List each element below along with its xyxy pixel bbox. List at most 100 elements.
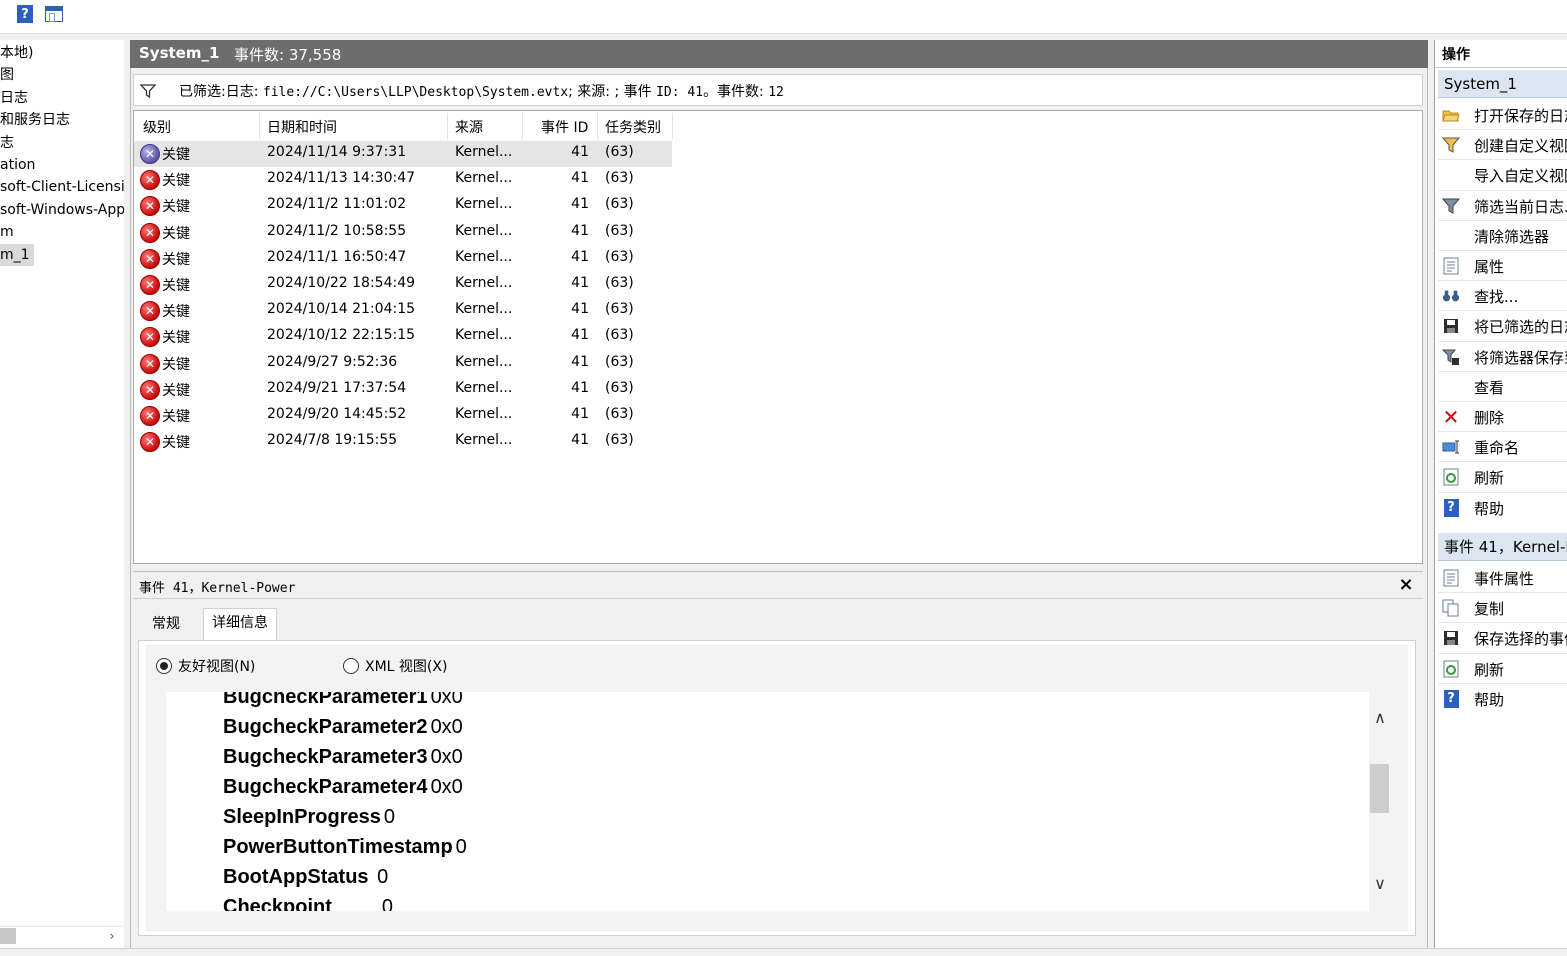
actions-section-log[interactable]: System_1 xyxy=(1438,70,1567,98)
action-separator xyxy=(1438,340,1567,342)
table-row[interactable]: ✕ 关键 2024/11/13 14:30:47 Kernel... 41 (63) xyxy=(134,167,672,193)
log-header: System_1 事件数: 37,558 xyxy=(130,40,1428,68)
tree-item[interactable]: soft-Windows-App xyxy=(0,199,124,221)
action-item[interactable]: ✕ 删除 xyxy=(1438,402,1567,432)
save-icon xyxy=(1442,317,1460,335)
navigation-tree: 本地) 图日志 和服务日志志 ation soft-Client-Licensi soft… xyxy=(0,40,124,948)
tree-item[interactable]: m xyxy=(0,221,14,243)
column-separator[interactable] xyxy=(597,113,598,139)
cell-datetime: 2024/11/2 11:01:02 xyxy=(267,196,407,213)
action-label: 保存选择的事件... xyxy=(1474,630,1567,649)
refresh-icon xyxy=(1442,660,1460,678)
column-header[interactable]: 级别 xyxy=(143,117,171,137)
cell-task: (63) xyxy=(605,248,634,265)
action-item[interactable]: 将筛选器保存到自定义视图... xyxy=(1438,342,1567,372)
xml-view-radio[interactable]: XML 视图(X) xyxy=(343,657,447,675)
table-row[interactable]: ✕ 关键 2024/9/21 17:37:54 Kernel... 41 (63) xyxy=(134,377,672,403)
table-row[interactable]: ✕ 关键 2024/9/27 9:52:36 Kernel... 41 (63) xyxy=(134,351,672,377)
action-item[interactable]: 属性 xyxy=(1438,251,1567,281)
error-icon: ✕ xyxy=(140,432,160,453)
tree-item[interactable]: 图 xyxy=(0,64,14,86)
action-item[interactable]: ? 帮助 xyxy=(1438,684,1567,714)
action-item[interactable]: 清除筛选器 xyxy=(1438,221,1567,251)
cell-task: (63) xyxy=(605,353,634,370)
cell-datetime: 2024/9/21 17:37:54 xyxy=(267,379,407,396)
action-item[interactable]: 重命名 xyxy=(1438,432,1567,462)
scroll-right-arrow[interactable]: › xyxy=(104,926,120,946)
tree-item[interactable]: ation xyxy=(0,154,35,176)
status-bar xyxy=(0,948,1567,956)
table-row[interactable]: ✕ 关键 2024/10/22 18:54:49 Kernel... 41 (63) xyxy=(134,272,672,298)
tree-item[interactable]: 本地) xyxy=(0,42,33,64)
column-separator[interactable] xyxy=(672,113,673,139)
table-row[interactable]: ✕ 关键 2024/11/2 11:01:02 Kernel... 41 (63) xyxy=(134,193,672,219)
action-item[interactable]: 将已筛选的日志文件另存为... xyxy=(1438,311,1567,341)
error-icon: ✕ xyxy=(140,406,160,426)
action-separator xyxy=(1438,682,1567,684)
no-icon xyxy=(1442,227,1460,245)
table-row[interactable]: ✕ 关键 2024/10/14 21:04:15 Kernel... 41 (63) xyxy=(134,298,672,324)
actions-section-event[interactable]: 事件 41，Kernel-Power xyxy=(1438,533,1567,561)
tree-item[interactable]: m_1 xyxy=(0,244,34,266)
detail-scroll-thumb[interactable] xyxy=(1370,764,1389,813)
no-icon xyxy=(1442,378,1460,396)
action-item[interactable]: 导入自定义视图... xyxy=(1438,160,1567,190)
action-item[interactable]: ? 帮助 xyxy=(1438,493,1567,523)
tab-general[interactable]: 常规 xyxy=(144,610,188,640)
action-label: 导入自定义视图... xyxy=(1474,167,1567,186)
help-button[interactable]: ? xyxy=(14,3,36,25)
chevron-up-icon[interactable]: ∧ xyxy=(1370,707,1390,729)
event-data-view[interactable]: BugcheckParameter1 0x0 BugcheckParameter2 0… xyxy=(166,692,1369,911)
column-separator[interactable] xyxy=(447,113,448,139)
action-item[interactable]: 创建自定义视图... xyxy=(1438,130,1567,160)
column-header[interactable]: 事件 ID xyxy=(541,117,588,137)
table-row[interactable]: ✕ 关键 2024/11/2 10:58:55 Kernel... 41 (63) xyxy=(134,220,672,246)
window-pane-icon xyxy=(45,6,63,22)
folder-open-icon xyxy=(1442,106,1460,124)
tree-item[interactable]: 和服务日志 xyxy=(0,109,70,131)
action-label: 重命名 xyxy=(1474,439,1520,458)
cell-source: Kernel... xyxy=(455,432,513,449)
table-row[interactable]: ✕ 关键 2024/9/20 14:45:52 Kernel... 41 (63) xyxy=(134,403,672,429)
tree-scroll-thumb[interactable] xyxy=(0,928,16,944)
table-row[interactable]: ✕ 关键 2024/11/14 9:37:31 Kernel... 41 (63) xyxy=(134,141,672,167)
column-header[interactable]: 任务类别 xyxy=(605,117,661,137)
event-data-field: BugcheckParameter1 0x0 xyxy=(223,692,463,712)
action-item[interactable]: 打开保存的日志... xyxy=(1438,100,1567,130)
friendly-view-radio[interactable]: 友好视图(N) xyxy=(156,657,255,675)
close-icon[interactable]: × xyxy=(1396,574,1416,596)
action-item[interactable]: 查看 xyxy=(1438,372,1567,402)
column-header[interactable]: 日期和时间 xyxy=(267,117,337,137)
tab-details[interactable]: 详细信息 xyxy=(203,608,277,640)
table-row[interactable]: ✕ 关键 2024/7/8 19:15:55 Kernel... 41 (63) xyxy=(134,429,672,455)
tree-item[interactable]: soft-Client-Licensi xyxy=(0,176,124,198)
field-key: BootAppStatus xyxy=(223,866,369,888)
error-icon: ✕ xyxy=(140,327,160,348)
field-value: 0x0 xyxy=(430,692,463,708)
action-item[interactable]: 刷新 xyxy=(1438,654,1567,684)
action-item[interactable]: 筛选当前日志... xyxy=(1438,191,1567,221)
action-item[interactable]: 查找... xyxy=(1438,281,1567,311)
action-item[interactable]: 刷新 xyxy=(1438,462,1567,492)
action-item[interactable]: 保存选择的事件... xyxy=(1438,623,1567,653)
action-item[interactable]: 复制 xyxy=(1438,593,1567,623)
cell-level: 关键 xyxy=(162,435,190,452)
action-label: 查找... xyxy=(1474,288,1519,307)
event-list: 级别 日期和时间 来源 事件 ID 任务类别 ✕ 关键 2024/11/14 9:37:31… xyxy=(133,110,1423,564)
tree-item[interactable]: 日志 xyxy=(0,87,28,109)
action-separator xyxy=(1438,622,1567,624)
column-header[interactable]: 来源 xyxy=(455,117,483,137)
friendly-view-label: 友好视图(N) xyxy=(178,659,256,675)
show-hide-pane-button[interactable] xyxy=(43,3,65,25)
action-separator xyxy=(1438,401,1567,402)
column-separator[interactable] xyxy=(259,113,260,139)
table-row[interactable]: ✕ 关键 2024/11/1 16:50:47 Kernel... 41 (63) xyxy=(134,246,672,272)
table-row[interactable]: ✕ 关键 2024/10/12 22:15:15 Kernel... 41 (63) xyxy=(134,324,672,350)
action-item[interactable]: 事件属性 xyxy=(1438,563,1567,593)
column-separator[interactable] xyxy=(522,113,523,139)
cell-datetime: 2024/11/13 14:30:47 xyxy=(267,170,416,187)
properties-icon xyxy=(1442,257,1460,275)
chevron-down-icon[interactable]: ∨ xyxy=(1370,873,1390,895)
tree-item[interactable]: 志 xyxy=(0,132,14,154)
error-icon: ✕ xyxy=(140,353,160,374)
